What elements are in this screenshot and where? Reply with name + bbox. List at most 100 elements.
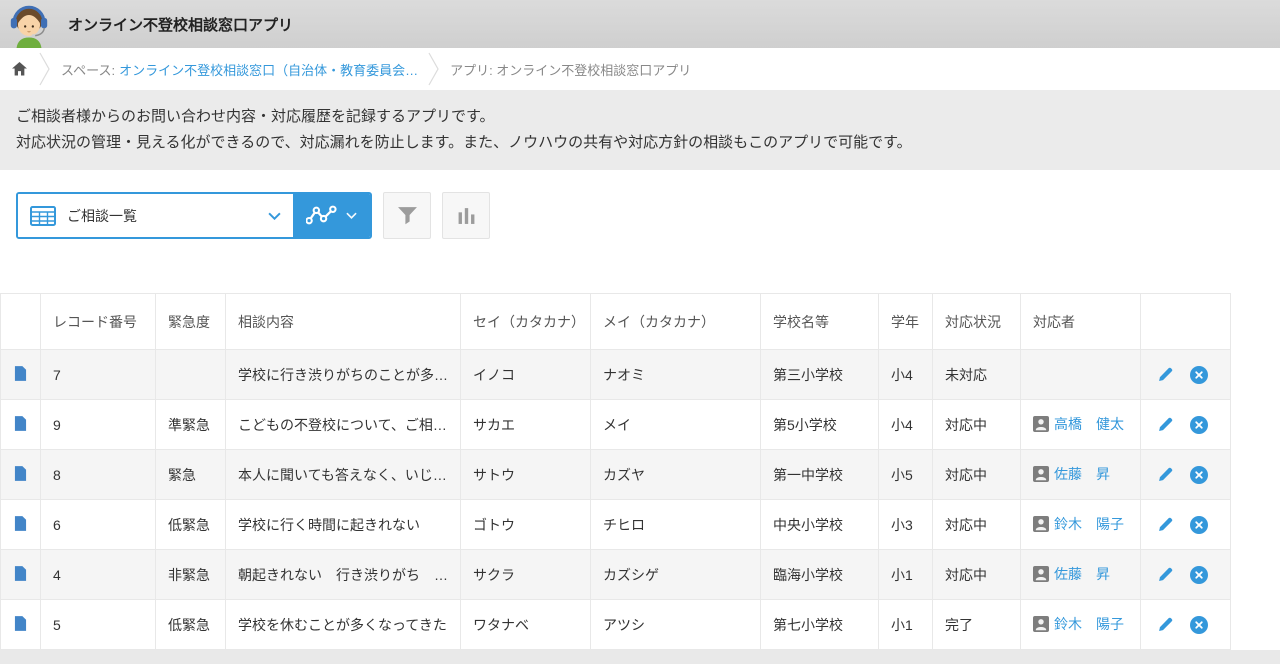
cell-grade: 小4 (879, 350, 933, 400)
cell-sei: サカエ (461, 400, 591, 450)
cell-urgency: 準緊急 (156, 400, 226, 450)
edit-record-button[interactable] (1157, 617, 1173, 633)
header-record-no: レコード番号 (41, 294, 156, 350)
breadcrumb: スペース: オンライン不登校相談窓口（自治体・教育委員会… アプリ: オンライン… (0, 48, 1280, 90)
bottom-band (0, 650, 1280, 664)
app-description-line2: 対応状況の管理・見える化ができるので、対応漏れを防止します。また、ノウハウの共有… (16, 130, 1264, 156)
cell-mei: カズヤ (591, 450, 761, 500)
assignee-link[interactable]: 佐藤 昇 (1054, 564, 1110, 584)
header-urgency: 緊急度 (156, 294, 226, 350)
table-row: 6 低緊急 学校に行く時間に起きれない ゴトウ チヒロ 中央小学校 小3 対応中… (1, 500, 1231, 550)
cell-grade: 小3 (879, 500, 933, 550)
cell-mei: チヒロ (591, 500, 761, 550)
cell-grade: 小4 (879, 400, 933, 450)
cell-sei: ワタナベ (461, 600, 591, 650)
cell-school: 臨海小学校 (761, 550, 879, 600)
breadcrumb-separator-icon (39, 49, 51, 89)
delete-record-button[interactable] (1190, 616, 1208, 634)
chart-button[interactable] (442, 192, 490, 239)
graph-view-button[interactable] (293, 194, 370, 237)
graph-view-icon (306, 205, 337, 226)
cell-school: 第三小学校 (761, 350, 879, 400)
cell-status: 対応中 (933, 450, 1021, 500)
cell-urgency: 非緊急 (156, 550, 226, 600)
table-row: 4 非緊急 朝起きれない 行き渋りがち … サクラ カズシゲ 臨海小学校 小1 … (1, 550, 1231, 600)
cell-urgency: 緊急 (156, 450, 226, 500)
cell-content: こどもの不登校について、ご相… (226, 400, 461, 450)
header-icon-column (1, 294, 41, 350)
cell-record-no: 7 (41, 350, 156, 400)
cell-sei: イノコ (461, 350, 591, 400)
edit-record-button[interactable] (1157, 517, 1173, 533)
cell-status: 対応中 (933, 550, 1021, 600)
cell-mei: アツシ (591, 600, 761, 650)
assignee-link[interactable]: 鈴木 陽子 (1054, 614, 1124, 634)
chevron-down-icon (268, 212, 281, 220)
filter-button[interactable] (383, 192, 431, 239)
header-content: 相談内容 (226, 294, 461, 350)
user-icon (1033, 516, 1049, 532)
cell-status: 未対応 (933, 350, 1021, 400)
cell-record-no: 9 (41, 400, 156, 450)
cell-status: 完了 (933, 600, 1021, 650)
delete-record-button[interactable] (1190, 416, 1208, 434)
assignee-link[interactable]: 高橋 健太 (1054, 414, 1124, 434)
cell-status: 対応中 (933, 500, 1021, 550)
user-icon (1033, 566, 1049, 582)
breadcrumb-space-prefix: スペース: (61, 60, 115, 79)
cell-grade: 小1 (879, 550, 933, 600)
header-grade: 学年 (879, 294, 933, 350)
record-file-icon[interactable] (14, 416, 27, 431)
cell-urgency: 低緊急 (156, 500, 226, 550)
cell-content: 朝起きれない 行き渋りがち … (226, 550, 461, 600)
view-toolbar: ご相談一覧 (16, 192, 1280, 239)
edit-record-button[interactable] (1157, 417, 1173, 433)
cell-mei: カズシゲ (591, 550, 761, 600)
header-mei: メイ（カタカナ） (591, 294, 761, 350)
cell-content: 学校に行く時間に起きれない (226, 500, 461, 550)
delete-record-button[interactable] (1190, 366, 1208, 384)
record-file-icon[interactable] (14, 516, 27, 531)
record-file-icon[interactable] (14, 466, 27, 481)
table-row: 9 準緊急 こどもの不登校について、ご相… サカエ メイ 第5小学校 小4 対応… (1, 400, 1231, 450)
cell-school: 第七小学校 (761, 600, 879, 650)
assignee-link[interactable]: 佐藤 昇 (1054, 464, 1110, 484)
table-row: 5 低緊急 学校を休むことが多くなってきた ワタナベ アツシ 第七小学校 小1 … (1, 600, 1231, 650)
record-file-icon[interactable] (14, 566, 27, 581)
record-table: レコード番号 緊急度 相談内容 セイ（カタカナ） メイ（カタカナ） 学校名等 学… (0, 293, 1231, 650)
home-icon[interactable] (12, 62, 27, 76)
header-assignee: 対応者 (1021, 294, 1141, 350)
cell-school: 中央小学校 (761, 500, 879, 550)
breadcrumb-separator-icon (428, 49, 440, 89)
cell-sei: サトウ (461, 450, 591, 500)
cell-urgency: 低緊急 (156, 600, 226, 650)
edit-record-button[interactable] (1157, 567, 1173, 583)
cell-sei: ゴトウ (461, 500, 591, 550)
edit-record-button[interactable] (1157, 467, 1173, 483)
assignee-link[interactable]: 鈴木 陽子 (1054, 514, 1124, 534)
table-header-row: レコード番号 緊急度 相談内容 セイ（カタカナ） メイ（カタカナ） 学校名等 学… (1, 294, 1231, 350)
app-description-line1: ご相談者様からのお問い合わせ内容・対応履歴を記録するアプリです。 (16, 104, 1264, 130)
breadcrumb-space-link[interactable]: オンライン不登校相談窓口（自治体・教育委員会… (119, 60, 418, 79)
record-file-icon[interactable] (14, 616, 27, 631)
view-control: ご相談一覧 (16, 192, 372, 239)
cell-record-no: 5 (41, 600, 156, 650)
delete-record-button[interactable] (1190, 516, 1208, 534)
delete-record-button[interactable] (1190, 566, 1208, 584)
user-icon (1033, 416, 1049, 432)
bar-chart-icon (457, 207, 476, 224)
support-avatar (6, 2, 52, 48)
view-selector[interactable]: ご相談一覧 (18, 194, 293, 237)
delete-record-button[interactable] (1190, 466, 1208, 484)
page-title: オンライン不登校相談窓口アプリ (68, 14, 293, 35)
record-file-icon[interactable] (14, 366, 27, 381)
user-icon (1033, 616, 1049, 632)
edit-record-button[interactable] (1157, 367, 1173, 383)
table-row: 7 学校に行き渋りがちのことが多… イノコ ナオミ 第三小学校 小4 未対応 (1, 350, 1231, 400)
header-status: 対応状況 (933, 294, 1021, 350)
user-icon (1033, 466, 1049, 482)
header-school: 学校名等 (761, 294, 879, 350)
cell-school: 第一中学校 (761, 450, 879, 500)
cell-sei: サクラ (461, 550, 591, 600)
cell-record-no: 6 (41, 500, 156, 550)
